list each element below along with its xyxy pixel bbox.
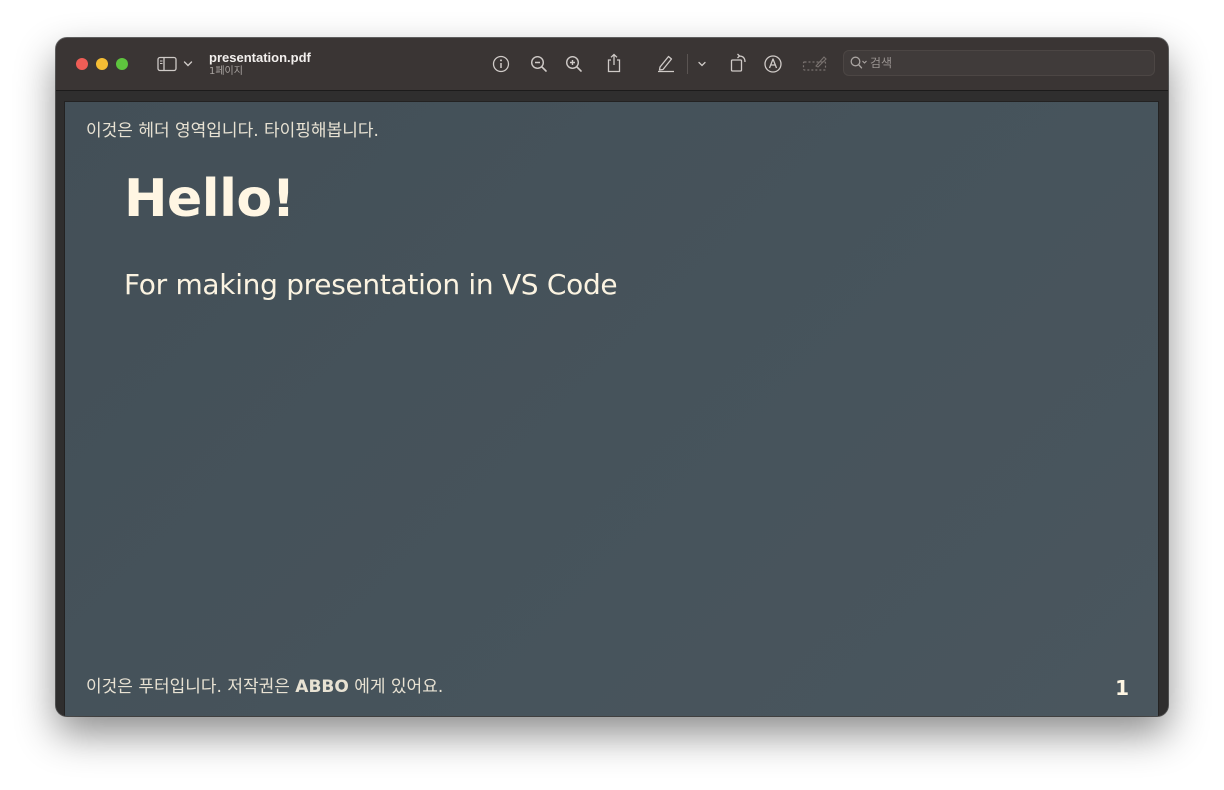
search-icon (850, 56, 868, 70)
close-window-button[interactable] (76, 58, 88, 70)
signature-icon[interactable] (801, 53, 829, 75)
zoom-in-icon[interactable] (564, 54, 584, 74)
markup-icon[interactable] (762, 53, 784, 75)
minimize-window-button[interactable] (96, 58, 108, 70)
info-icon[interactable] (491, 54, 511, 74)
footer-prefix: 이것은 푸터입니다. 저작권은 (86, 677, 296, 697)
rotate-icon[interactable] (728, 52, 750, 74)
slide-page-number: 1 (1115, 676, 1129, 700)
sidebar-icon[interactable] (156, 55, 178, 73)
share-icon[interactable] (604, 52, 624, 74)
slide-subheading: For making presentation in VS Code (124, 268, 618, 301)
slide-footer-text: 이것은 푸터입니다. 저작권은 ABBO 에게 있어요. (86, 676, 443, 698)
slide-header-text: 이것은 헤더 영역입니다. 타이핑해봅니다. (86, 121, 379, 141)
footer-suffix: 에게 있어요. (348, 677, 444, 697)
zoom-out-icon[interactable] (529, 54, 549, 74)
highlight-options-chevron-icon[interactable] (696, 58, 708, 70)
toolbar-separator (687, 54, 688, 74)
document-title: presentation.pdf (209, 50, 311, 65)
search-field[interactable] (843, 50, 1155, 76)
document-page-count: 1페이지 (209, 66, 243, 77)
chevron-down-icon[interactable] (182, 58, 194, 70)
document-area[interactable]: 이것은 헤더 영역입니다. 타이핑해봅니다. Hello! For making… (56, 91, 1168, 716)
title-bar: presentation.pdf 1페이지 (56, 38, 1168, 91)
pdf-page: 이것은 헤더 영역입니다. 타이핑해봅니다. Hello! For making… (65, 102, 1158, 716)
maximize-window-button[interactable] (116, 58, 128, 70)
search-input[interactable] (870, 54, 1148, 72)
highlight-pen-icon[interactable] (655, 53, 677, 73)
slide-heading: Hello! (124, 169, 295, 229)
preview-window: presentation.pdf 1페이지 검색 이것은 헤더 영역입니다. 타… (56, 38, 1168, 716)
footer-author: ABBO (295, 677, 349, 697)
